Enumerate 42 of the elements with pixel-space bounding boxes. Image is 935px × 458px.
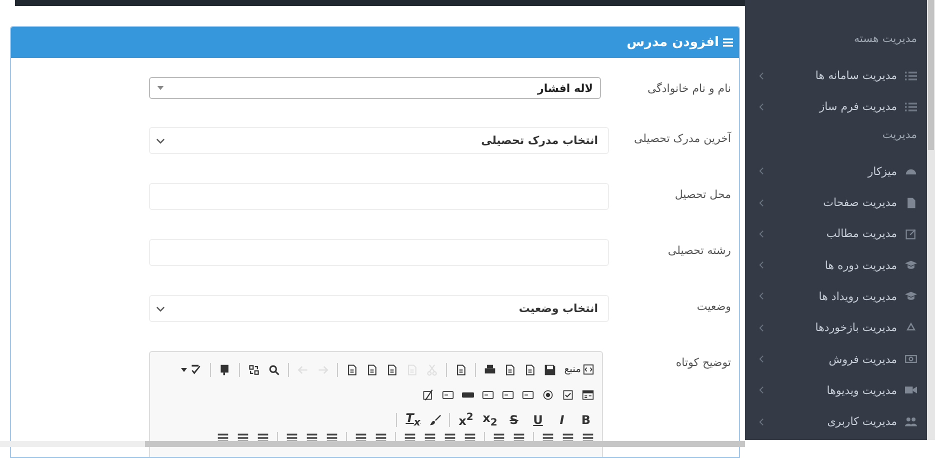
sidebar-item-label: مدیریت فرم ساز bbox=[818, 100, 897, 114]
sidebar-item-label: مدیریت دوره ها bbox=[824, 258, 897, 272]
sidebar-item-label: مدیریت بازخوردها bbox=[814, 321, 897, 334]
sidebar-item[interactable]: مدیریت کاربری bbox=[745, 406, 927, 438]
sidebar-item[interactable]: مدیریت فرم ساز bbox=[745, 91, 927, 123]
format-button[interactable]: I bbox=[554, 412, 570, 426]
field-label: رشته تحصیلی bbox=[666, 243, 732, 259]
format-button[interactable]: x$^{2}$ bbox=[458, 412, 474, 428]
sidebar-section-title: مدیریت هسته bbox=[853, 31, 918, 47]
clear-format-button[interactable]: T$_{x}$ bbox=[405, 410, 421, 428]
sidebar-item[interactable]: مدیریت فروش bbox=[745, 343, 927, 375]
field-label: توضیح کوتاه bbox=[674, 355, 732, 371]
sidebar-item-label: مدیریت فروش bbox=[828, 352, 897, 366]
sidebar-item-label: مدیریت ویدیوها bbox=[826, 384, 897, 397]
format-button[interactable]: B bbox=[578, 412, 594, 426]
sidebar-item[interactable]: مدیریت دوره ها bbox=[745, 249, 927, 281]
sidebar-item-label: مدیریت کاربری bbox=[826, 415, 897, 428]
field-label: محل تحصیل bbox=[674, 187, 732, 203]
select-field[interactable]: انتخاب وضعیت bbox=[149, 295, 609, 322]
field-label: نام و نام خانوادگی bbox=[646, 81, 732, 97]
sidebar-item-label: میزکار bbox=[866, 164, 897, 178]
sidebar-item[interactable]: مدیریت بازخوردها bbox=[745, 312, 927, 344]
sidebar-item[interactable]: مدیریت صفحات bbox=[745, 186, 927, 218]
field-label: وضعیت bbox=[696, 299, 732, 315]
sidebar-item-label: مدیریت صفحات bbox=[822, 196, 897, 210]
panel-title: افزودن مدرس bbox=[626, 35, 719, 50]
select-field[interactable]: انتخاب مدرک تحصیلی bbox=[149, 127, 609, 154]
name-combobox[interactable]: لاله افشار bbox=[149, 77, 601, 99]
format-button[interactable]: S bbox=[506, 412, 522, 426]
source-button[interactable]: منبع bbox=[564, 364, 594, 375]
sidebar-item-label: مدیریت سامانه ها bbox=[814, 69, 897, 82]
format-button[interactable]: x$_{2}$ bbox=[482, 410, 498, 428]
sidebar-item[interactable]: مدیریت سامانه ها bbox=[745, 60, 927, 92]
sidebar-item[interactable]: مدیریت مطالب bbox=[745, 218, 927, 250]
sidebar-section-title: مدیریت bbox=[881, 126, 918, 143]
field-label: آخرین مدرک تحصیلی bbox=[632, 130, 732, 147]
sidebar-item-label: مدیریت مطالب bbox=[825, 227, 897, 240]
sidebar-item[interactable]: میزکار bbox=[745, 156, 927, 187]
sidebar-item-label: مدیریت رویداد ها bbox=[818, 290, 897, 303]
sidebar-item[interactable]: مدیریت رویداد ها bbox=[745, 280, 927, 312]
sidebar-item[interactable]: مدیریت ویدیوها bbox=[745, 374, 927, 406]
format-button[interactable]: U bbox=[530, 412, 546, 426]
